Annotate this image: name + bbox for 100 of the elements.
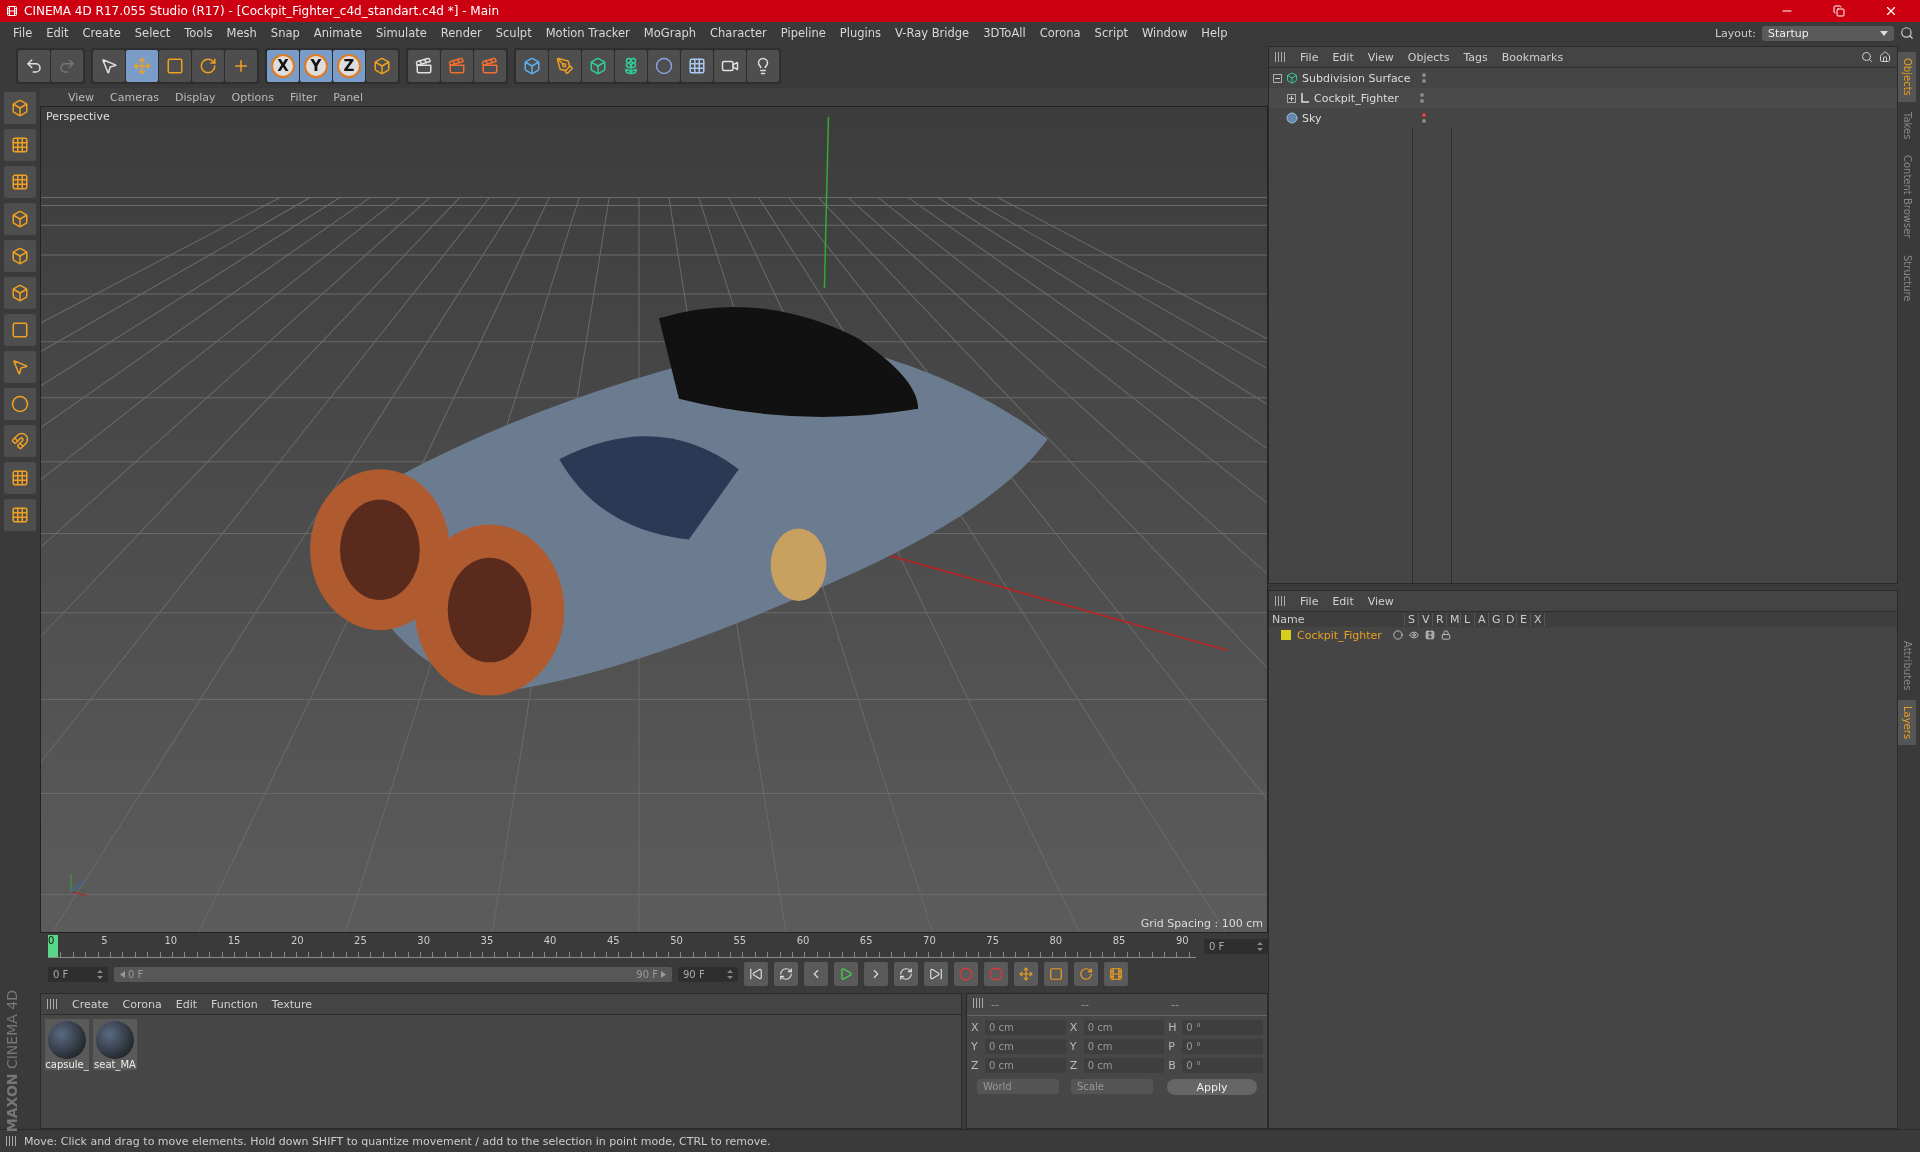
select-tool-button[interactable] bbox=[93, 50, 125, 82]
coordinate-field[interactable]: 0 ° bbox=[1182, 1039, 1263, 1054]
render-settings-button[interactable] bbox=[474, 50, 506, 82]
mode-tool-button[interactable] bbox=[4, 351, 36, 383]
viewport-menu-item[interactable]: Panel bbox=[325, 90, 371, 104]
menu-item[interactable]: Snap bbox=[263, 26, 307, 40]
move-key-button[interactable] bbox=[1014, 962, 1038, 986]
panel-menu-item[interactable]: Bookmarks bbox=[1494, 50, 1571, 64]
mode-tool-button[interactable] bbox=[4, 388, 36, 420]
menu-item[interactable]: Mesh bbox=[219, 26, 264, 40]
coordinate-system-button[interactable] bbox=[366, 50, 398, 82]
render-picture-button[interactable] bbox=[441, 50, 473, 82]
panel-menu-item[interactable]: File bbox=[1293, 594, 1326, 608]
coordinate-field[interactable]: 0 cm bbox=[1083, 1039, 1165, 1054]
mode-tool-button[interactable] bbox=[4, 277, 36, 309]
coordinate-field[interactable]: 0 cm bbox=[985, 1058, 1066, 1073]
panel-menu-item[interactable]: View bbox=[1360, 50, 1401, 64]
timeline-ruler[interactable]: 0 5 10 15 20 25 30 35 40 45 50 55 60 65 70 75 80 85 90 bbox=[48, 934, 1196, 958]
viewport-menu-item[interactable]: Display bbox=[167, 90, 224, 104]
mode-tool-button[interactable] bbox=[4, 240, 36, 272]
menu-item[interactable]: Animate bbox=[306, 26, 369, 40]
cloner-button[interactable] bbox=[615, 50, 647, 82]
menu-item[interactable]: Edit bbox=[39, 26, 76, 40]
deformer-button[interactable] bbox=[648, 50, 680, 82]
transform-tool-button[interactable] bbox=[225, 50, 257, 82]
apply-button[interactable]: Apply bbox=[1167, 1079, 1257, 1095]
menu-item[interactable]: Create bbox=[75, 26, 128, 40]
material-swatch[interactable]: seat_MA bbox=[93, 1019, 137, 1070]
menu-item[interactable]: V-Ray Bridge bbox=[888, 26, 977, 40]
mode-tool-button[interactable] bbox=[4, 92, 36, 124]
subdivision-button[interactable] bbox=[582, 50, 614, 82]
coordinate-field[interactable]: 0 ° bbox=[1182, 1058, 1263, 1073]
rotate-tool-button[interactable] bbox=[192, 50, 224, 82]
light-button[interactable] bbox=[747, 50, 779, 82]
timeline-button[interactable] bbox=[1104, 962, 1128, 986]
viewport-menu-item[interactable]: Options bbox=[223, 90, 282, 104]
layer-row[interactable]: Cockpit_Fighter bbox=[1269, 627, 1897, 643]
menu-item[interactable]: Character bbox=[703, 26, 774, 40]
side-tab[interactable]: Objects bbox=[1898, 52, 1916, 102]
menu-item[interactable]: Corona bbox=[1032, 26, 1088, 40]
menu-item[interactable]: Tools bbox=[177, 26, 220, 40]
menu-item[interactable]: Simulate bbox=[369, 26, 434, 40]
panel-menu-item[interactable]: Create bbox=[65, 997, 116, 1011]
mode-tool-button[interactable] bbox=[4, 203, 36, 235]
cube-button[interactable] bbox=[516, 50, 548, 82]
menu-item[interactable]: Help bbox=[1194, 26, 1235, 40]
mode-tool-button[interactable] bbox=[4, 425, 36, 457]
end-frame-field[interactable]: 90 F bbox=[678, 966, 738, 982]
layout-dropdown[interactable]: Startup bbox=[1762, 25, 1894, 41]
rotate-key-button[interactable] bbox=[1074, 962, 1098, 986]
mode-tool-button[interactable] bbox=[4, 499, 36, 531]
go-to-start-button[interactable] bbox=[744, 962, 768, 986]
axis-lock-button[interactable]: X bbox=[267, 50, 299, 82]
go-to-end-button[interactable] bbox=[924, 962, 948, 986]
panel-menu-item[interactable]: Texture bbox=[264, 997, 320, 1011]
floor-button[interactable] bbox=[681, 50, 713, 82]
viewport-menu-item[interactable]: View bbox=[60, 90, 103, 104]
next-key-button[interactable] bbox=[894, 962, 918, 986]
material-swatch[interactable]: capsule_ bbox=[45, 1019, 89, 1070]
viewport-menu-item[interactable]: Filter bbox=[282, 90, 326, 104]
coordinate-field[interactable]: 0 cm bbox=[1083, 1020, 1165, 1035]
pen-button[interactable] bbox=[549, 50, 581, 82]
scale-tool-button[interactable] bbox=[159, 50, 191, 82]
viewport-menu-item[interactable]: Cameras bbox=[102, 90, 167, 104]
menu-item[interactable]: Plugins bbox=[832, 26, 889, 40]
scale-key-button[interactable] bbox=[1044, 962, 1068, 986]
panel-menu-item[interactable]: Edit bbox=[1325, 594, 1361, 608]
step-forward-button[interactable] bbox=[864, 962, 888, 986]
coordinate-field[interactable]: 0 cm bbox=[985, 1020, 1066, 1035]
panel-menu-item[interactable]: Edit bbox=[168, 997, 204, 1011]
panel-menu-item[interactable]: Tags bbox=[1456, 50, 1495, 64]
menu-item[interactable]: Motion Tracker bbox=[538, 26, 637, 40]
mode-tool-button[interactable] bbox=[4, 129, 36, 161]
panel-menu-item[interactable]: Objects bbox=[1400, 50, 1457, 64]
render-view-button[interactable] bbox=[408, 50, 440, 82]
menu-item[interactable]: File bbox=[6, 26, 40, 40]
panel-menu-item[interactable]: Function bbox=[204, 997, 265, 1011]
mode-tool-button[interactable] bbox=[4, 314, 36, 346]
previous-key-button[interactable] bbox=[774, 962, 798, 986]
camera-button[interactable] bbox=[714, 50, 746, 82]
coordinate-field[interactable]: 0 cm bbox=[1083, 1058, 1165, 1073]
menu-item[interactable]: 3DToAll bbox=[976, 26, 1033, 40]
menu-item[interactable]: Pipeline bbox=[773, 26, 833, 40]
side-tab[interactable]: Layers bbox=[1898, 699, 1916, 745]
start-frame-field[interactable]: 0 F bbox=[48, 966, 108, 982]
coordinate-field[interactable]: 0 cm bbox=[985, 1039, 1066, 1054]
collapse-icon[interactable] bbox=[1273, 73, 1282, 83]
axis-lock-button[interactable]: Z bbox=[333, 50, 365, 82]
current-frame-field[interactable]: 0 F bbox=[1204, 938, 1268, 954]
play-button[interactable] bbox=[834, 962, 858, 986]
menu-item[interactable]: Select bbox=[127, 26, 178, 40]
menu-item[interactable]: Script bbox=[1087, 26, 1135, 40]
expand-icon[interactable] bbox=[1287, 93, 1296, 103]
menu-item[interactable]: Sculpt bbox=[488, 26, 539, 40]
panel-menu-item[interactable]: File bbox=[1293, 50, 1326, 64]
menu-item[interactable]: MoGraph bbox=[636, 26, 704, 40]
mode-tool-button[interactable] bbox=[4, 166, 36, 198]
mode-tool-button[interactable] bbox=[4, 462, 36, 494]
object-row[interactable]: Cockpit_Fighter bbox=[1269, 88, 1897, 108]
axis-lock-button[interactable]: Y bbox=[300, 50, 332, 82]
